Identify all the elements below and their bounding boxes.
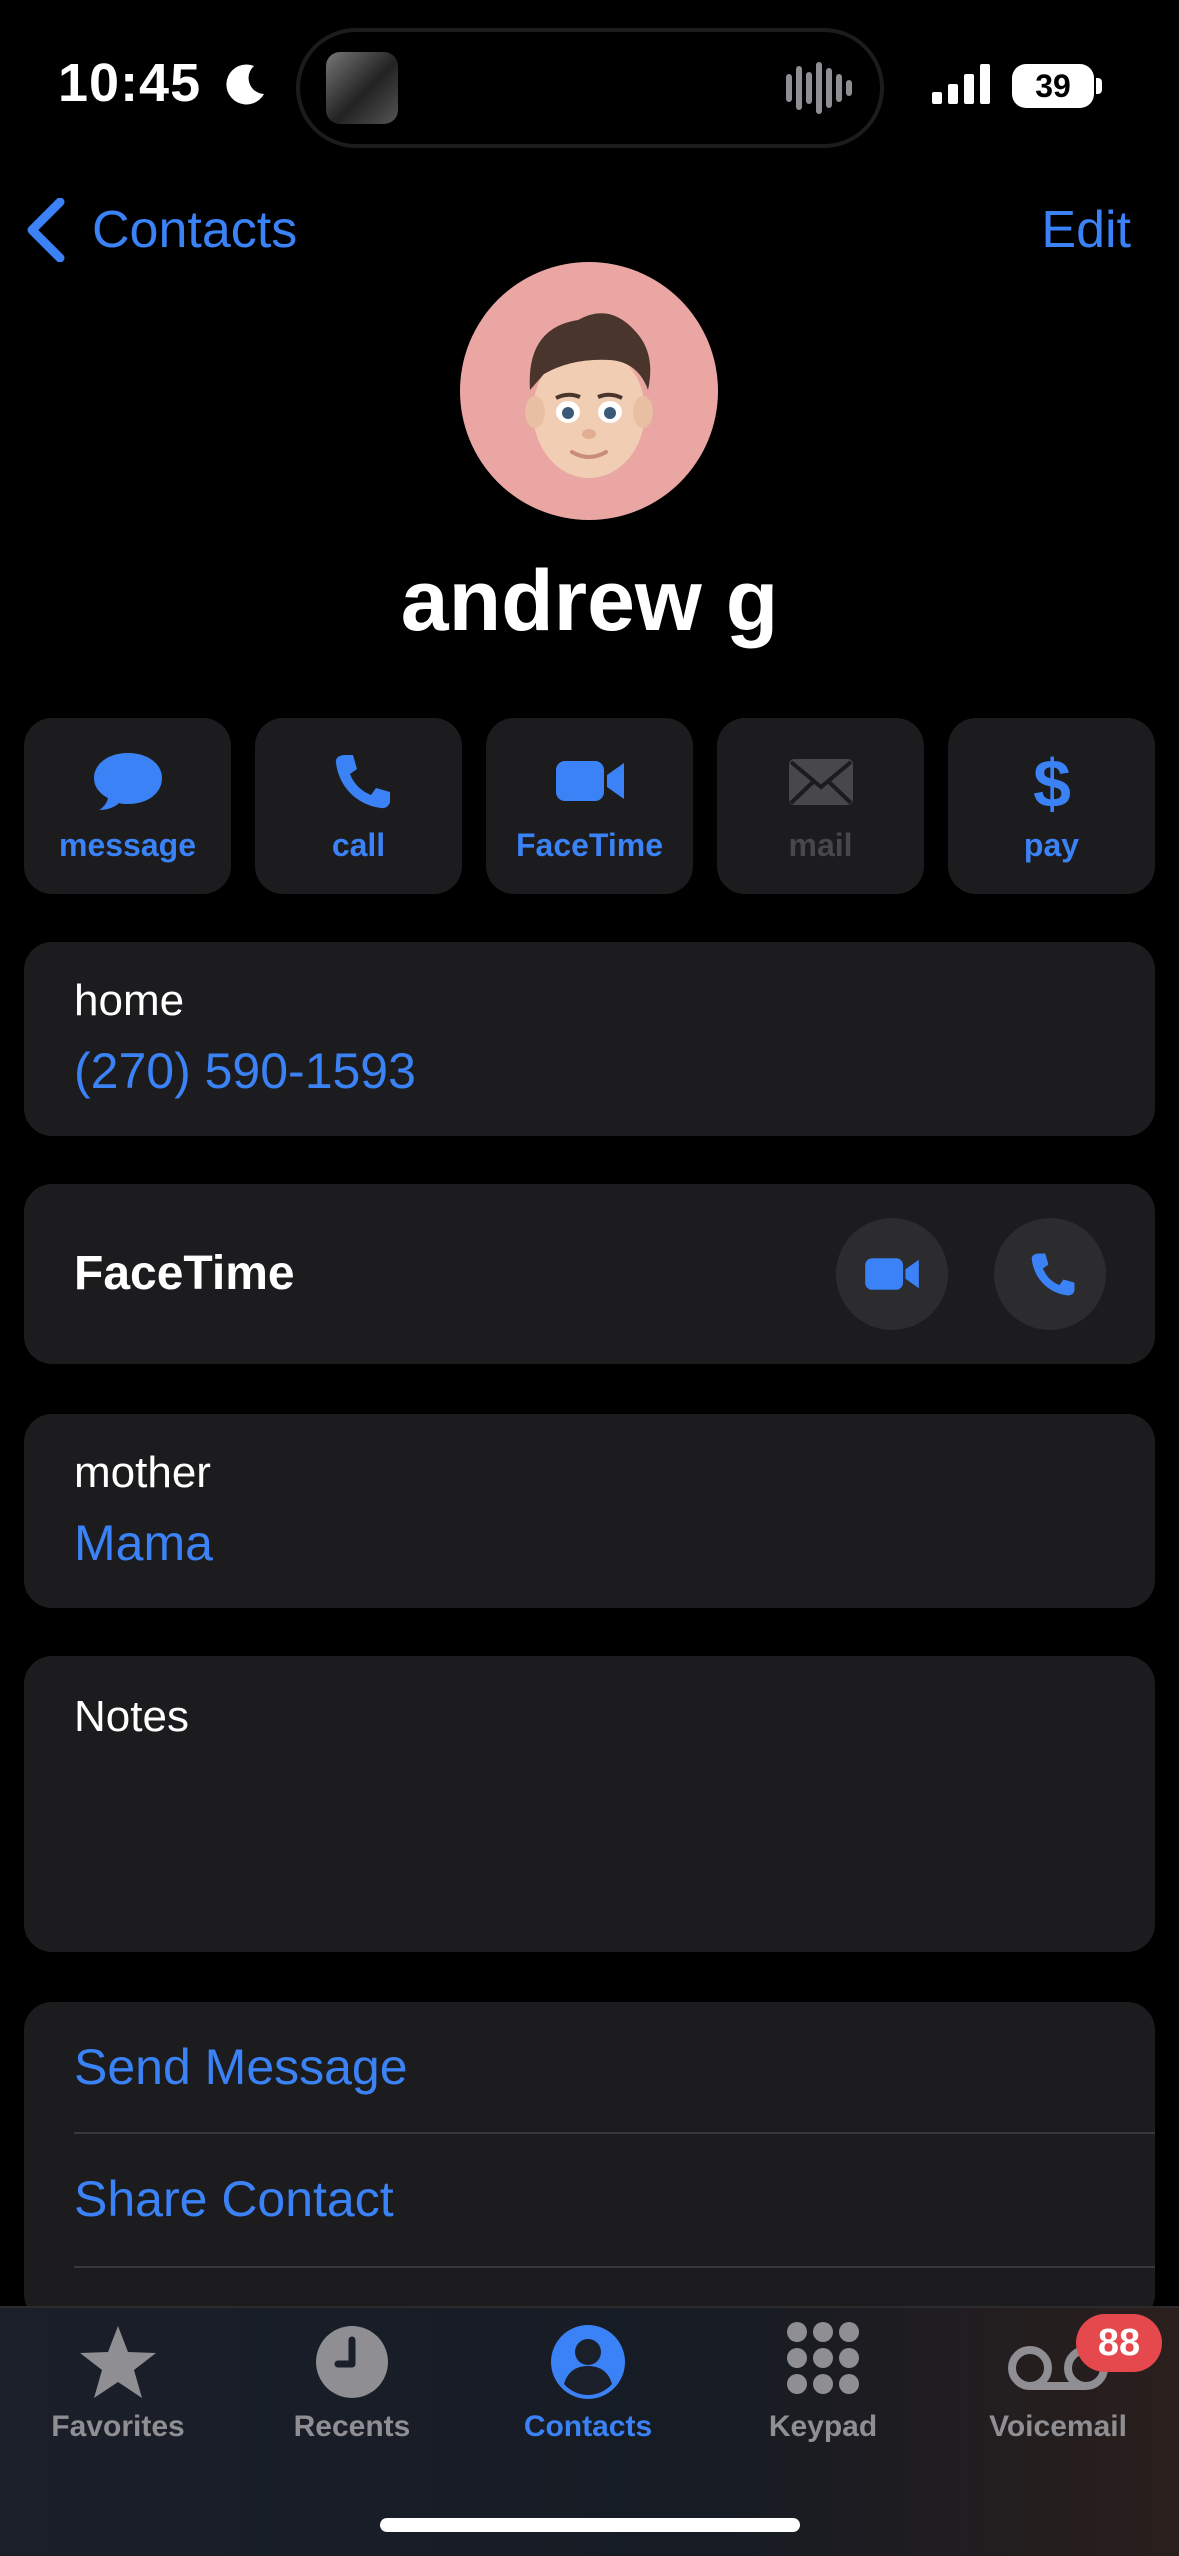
facetime-card: FaceTime	[24, 1184, 1155, 1364]
tab-label: Contacts	[523, 2410, 653, 2443]
tab-recents[interactable]: Recents	[252, 2320, 452, 2444]
tab-favorites[interactable]: Favorites	[18, 2320, 218, 2444]
edit-button[interactable]: Edit	[1041, 190, 1131, 270]
phone-number[interactable]: (270) 590-1593	[74, 1042, 416, 1100]
tab-label: Recents	[293, 2410, 411, 2443]
facetime-row-label: FaceTime	[74, 1247, 295, 1300]
envelope-icon	[788, 758, 853, 805]
audio-waveform-icon	[786, 62, 852, 114]
pay-button[interactable]: $ pay	[948, 718, 1155, 894]
contact-name: andrew g	[400, 553, 779, 649]
facetime-label: FaceTime	[515, 826, 664, 863]
battery-level: 39	[1012, 64, 1094, 108]
video-camera-icon	[555, 760, 624, 801]
notes-label: Notes	[74, 1692, 189, 1741]
home-indicator[interactable]	[380, 2518, 800, 2532]
facetime-button[interactable]: FaceTime	[486, 718, 693, 894]
now-playing-artwork[interactable]	[326, 52, 398, 124]
back-label: Contacts	[92, 201, 298, 259]
tab-label: Voicemail	[989, 2410, 1127, 2443]
quick-actions: message call FaceTime mail $ pay	[24, 718, 1155, 894]
phone-card[interactable]: home (270) 590-1593	[24, 942, 1155, 1136]
cellular-signal-icon	[932, 64, 990, 104]
mail-label: mail	[788, 826, 853, 863]
call-button[interactable]: call	[255, 718, 462, 894]
keypad-icon	[787, 2322, 859, 2394]
dollar-sign-icon: $	[1033, 749, 1071, 813]
mail-button[interactable]: mail	[717, 718, 924, 894]
facetime-audio-button[interactable]	[994, 1218, 1106, 1330]
avatar[interactable]	[460, 262, 718, 520]
divider	[74, 2132, 1155, 2134]
svg-text:$: $	[1033, 749, 1071, 813]
clock-icon	[316, 2326, 388, 2398]
tab-contacts[interactable]: Contacts	[488, 2320, 688, 2444]
chevron-left-icon	[27, 198, 65, 262]
divider	[74, 2266, 1155, 2268]
phone-icon	[1031, 1253, 1075, 1296]
moon-icon	[226, 64, 264, 105]
message-label: message	[59, 826, 196, 863]
battery-icon	[1096, 78, 1102, 94]
message-bubble-icon	[93, 752, 162, 810]
call-label: call	[331, 826, 386, 863]
notes-card[interactable]: Notes	[24, 1656, 1155, 1952]
relationship-name[interactable]: Mama	[74, 1514, 213, 1572]
video-camera-icon	[865, 1258, 919, 1290]
phone-icon	[335, 754, 390, 808]
message-button[interactable]: message	[24, 718, 231, 894]
tab-keypad[interactable]: Keypad	[723, 2320, 923, 2444]
actions-list-card: Send Message Share Contact	[24, 2002, 1155, 2322]
memoji-avatar-image	[525, 313, 653, 478]
star-icon	[80, 2326, 156, 2398]
relationship-label: mother	[74, 1448, 211, 1497]
send-message-link[interactable]: Send Message	[74, 2038, 408, 2096]
tab-label: Keypad	[768, 2410, 878, 2443]
status-time: 10:45	[58, 53, 202, 113]
relationship-card[interactable]: mother Mama	[24, 1414, 1155, 1608]
facetime-video-button[interactable]	[836, 1218, 948, 1330]
person-circle-icon	[551, 2325, 625, 2399]
back-button[interactable]: Contacts	[24, 190, 297, 270]
tab-label: Favorites	[51, 2410, 185, 2443]
voicemail-badge: 88	[1076, 2314, 1162, 2372]
share-contact-link[interactable]: Share Contact	[74, 2170, 394, 2228]
pay-label: pay	[1023, 826, 1080, 863]
phone-label: home	[74, 976, 185, 1025]
